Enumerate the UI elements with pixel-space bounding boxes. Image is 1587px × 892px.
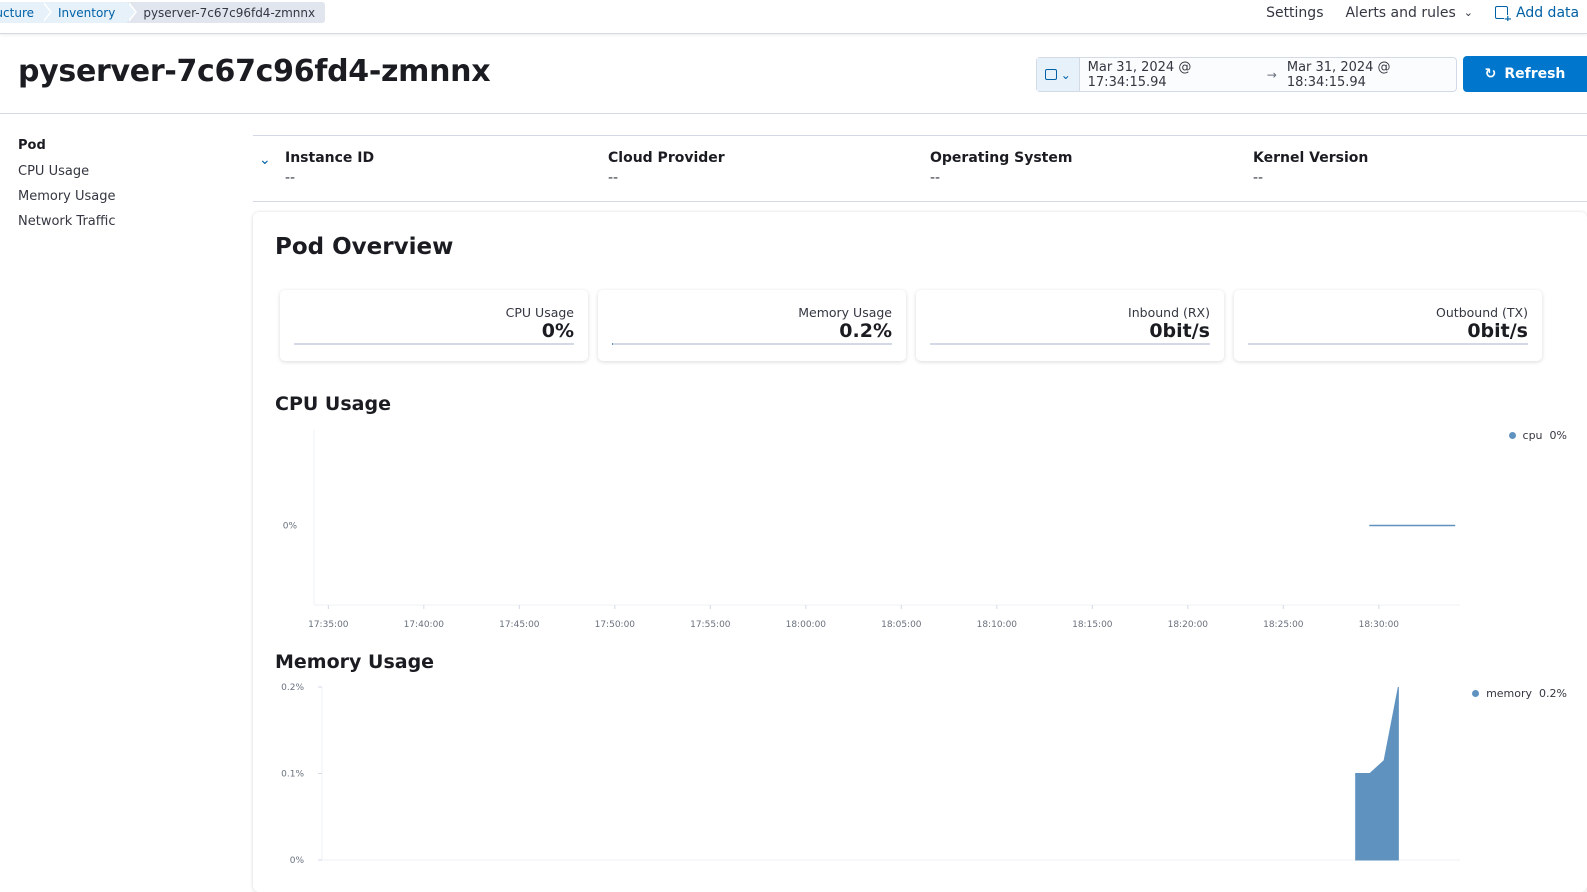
quick-select-button[interactable]: ⌄	[1037, 58, 1080, 91]
kpi-label: Memory Usage	[798, 305, 892, 320]
y-tick-label: 0.1%	[281, 770, 304, 780]
side-nav: Pod CPU Usage Memory Usage Network Traff…	[18, 138, 116, 238]
x-tick-label: 17:50:00	[595, 620, 636, 630]
kpi-value: 0bit/s	[1149, 320, 1210, 342]
metadata-value: --	[1253, 170, 1264, 186]
metadata-cloud-provider: Cloud Provider --	[608, 150, 725, 186]
metadata-kernel-version: Kernel Version --	[1253, 150, 1368, 186]
alerts-rules-label: Alerts and rules	[1345, 4, 1456, 21]
breadcrumb-label: pyserver-7c67c96fd4-zmnnx	[143, 5, 316, 20]
series-area-memory	[1355, 686, 1399, 861]
x-tick-label: 17:55:00	[690, 620, 731, 630]
breadcrumb-inventory[interactable]: Inventory	[42, 2, 138, 23]
metadata-summary: ⌄ Instance ID -- Cloud Provider -- Opera…	[253, 135, 1587, 202]
legend-dot	[1472, 690, 1480, 697]
legend-dot	[1508, 432, 1516, 439]
cpu-usage-chart: 17:35:00 17:40:00 17:45:00 17:50:00 17:55:00…	[283, 430, 1460, 630]
kpi-value: 0%	[541, 320, 574, 342]
metadata-value: --	[930, 170, 941, 186]
alerts-rules-menu[interactable]: Alerts and rules ⌄	[1345, 5, 1473, 21]
kpi-progress	[294, 343, 574, 345]
arrow-right-icon: →	[1266, 67, 1277, 82]
calendar-icon	[1044, 69, 1057, 80]
settings-link[interactable]: Settings	[1266, 5, 1323, 21]
kpi-inbound-rx: Inbound (RX) 0bit/s	[916, 290, 1224, 361]
metadata-value: --	[285, 170, 296, 186]
kpi-memory-usage: Memory Usage 0.2%	[598, 290, 906, 361]
legend-label: cpu	[1522, 429, 1543, 442]
kpi-progress-fill	[612, 343, 614, 345]
x-tick-label: 18:25:00	[1263, 620, 1304, 630]
metadata-operating-system: Operating System --	[930, 150, 1072, 186]
top-header: ructure Inventory pyserver-7c67c96fd4-zm…	[0, 0, 1587, 34]
chevron-down-icon: ⌄	[1463, 6, 1473, 19]
cpu-legend[interactable]: cpu 0%	[1508, 429, 1567, 442]
refresh-label: Refresh	[1504, 66, 1566, 82]
x-tick-label: 18:20:00	[1168, 620, 1209, 630]
memory-chart-title: Memory Usage	[275, 651, 435, 673]
x-tick-label: 17:40:00	[404, 620, 445, 630]
refresh-icon: ↻	[1484, 66, 1497, 82]
refresh-button[interactable]: ↻ Refresh	[1463, 56, 1587, 92]
y-tick-label: 0.2%	[281, 683, 304, 693]
breadcrumb: ructure Inventory pyserver-7c67c96fd4-zm…	[0, 2, 326, 23]
x-tick-label: 18:00:00	[786, 620, 827, 630]
x-tick-label: 17:35:00	[308, 620, 349, 630]
kpi-progress	[1248, 343, 1528, 345]
nav-heading: Pod	[18, 138, 46, 153]
metadata-key: Operating System	[930, 150, 1073, 166]
x-tick-label: 18:30:00	[1359, 620, 1400, 630]
memory-legend[interactable]: memory 0.2%	[1472, 687, 1567, 700]
x-tick-label: 18:15:00	[1072, 620, 1113, 630]
kpi-outbound-tx: Outbound (TX) 0bit/s	[1234, 290, 1542, 361]
breadcrumb-label: ructure	[0, 5, 34, 20]
y-tick-label: 0%	[283, 522, 298, 532]
start-date[interactable]: Mar 31, 2024 @ 17:34:15.94	[1088, 60, 1257, 90]
kpi-label: Inbound (RX)	[1128, 305, 1210, 320]
kpi-value: 0.2%	[839, 320, 892, 342]
nav-item-memory-usage[interactable]: Memory Usage	[18, 188, 116, 213]
legend-value: 0%	[1549, 429, 1567, 442]
metadata-instance-id: Instance ID --	[285, 150, 374, 186]
nav-item-cpu-usage[interactable]: CPU Usage	[18, 163, 116, 188]
breadcrumb-label: Inventory	[58, 5, 116, 20]
chevron-down-icon: ⌄	[1060, 67, 1071, 82]
chevron-down-icon[interactable]: ⌄	[259, 152, 271, 168]
kpi-progress	[612, 343, 892, 345]
add-data-icon	[1495, 6, 1512, 21]
kpi-label: Outbound (TX)	[1436, 305, 1528, 320]
y-tick-label: 0%	[290, 856, 305, 866]
metadata-value: --	[608, 170, 619, 186]
kpi-progress	[930, 343, 1210, 345]
add-data-link[interactable]: Add data	[1495, 5, 1587, 21]
memory-usage-chart: 0.2% 0.1% 0%	[281, 683, 1460, 866]
kpi-label: CPU Usage	[505, 305, 574, 320]
x-tick-label: 18:05:00	[881, 620, 922, 630]
legend-label: memory	[1486, 687, 1533, 700]
metadata-key: Instance ID	[285, 150, 375, 166]
pod-overview-panel: Pod Overview CPU Usage 0% Memory Usage 0…	[253, 212, 1587, 892]
x-tick-label: 18:10:00	[977, 620, 1018, 630]
legend-value: 0.2%	[1539, 687, 1567, 700]
kpi-value: 0bit/s	[1467, 320, 1528, 342]
breadcrumb-infrastructure[interactable]: ructure	[0, 2, 52, 23]
nav-item-network-traffic[interactable]: Network Traffic	[18, 213, 116, 238]
x-tick-label: 17:45:00	[499, 620, 540, 630]
metadata-key: Cloud Provider	[608, 150, 725, 166]
metadata-key: Kernel Version	[1253, 150, 1369, 166]
page-title: pyserver-7c67c96fd4-zmnnx	[18, 54, 491, 89]
date-range-picker: ⌄ Mar 31, 2024 @ 17:34:15.94 → Mar 31, 2…	[1036, 57, 1457, 92]
end-date[interactable]: Mar 31, 2024 @ 18:34:15.94	[1287, 60, 1456, 90]
add-data-label: Add data	[1516, 4, 1580, 21]
kpi-cpu-usage: CPU Usage 0%	[280, 290, 588, 361]
section-title: Pod Overview	[275, 234, 454, 260]
divider	[0, 113, 1587, 114]
cpu-chart-title: CPU Usage	[275, 393, 391, 415]
breadcrumb-current: pyserver-7c67c96fd4-zmnnx	[127, 2, 326, 23]
